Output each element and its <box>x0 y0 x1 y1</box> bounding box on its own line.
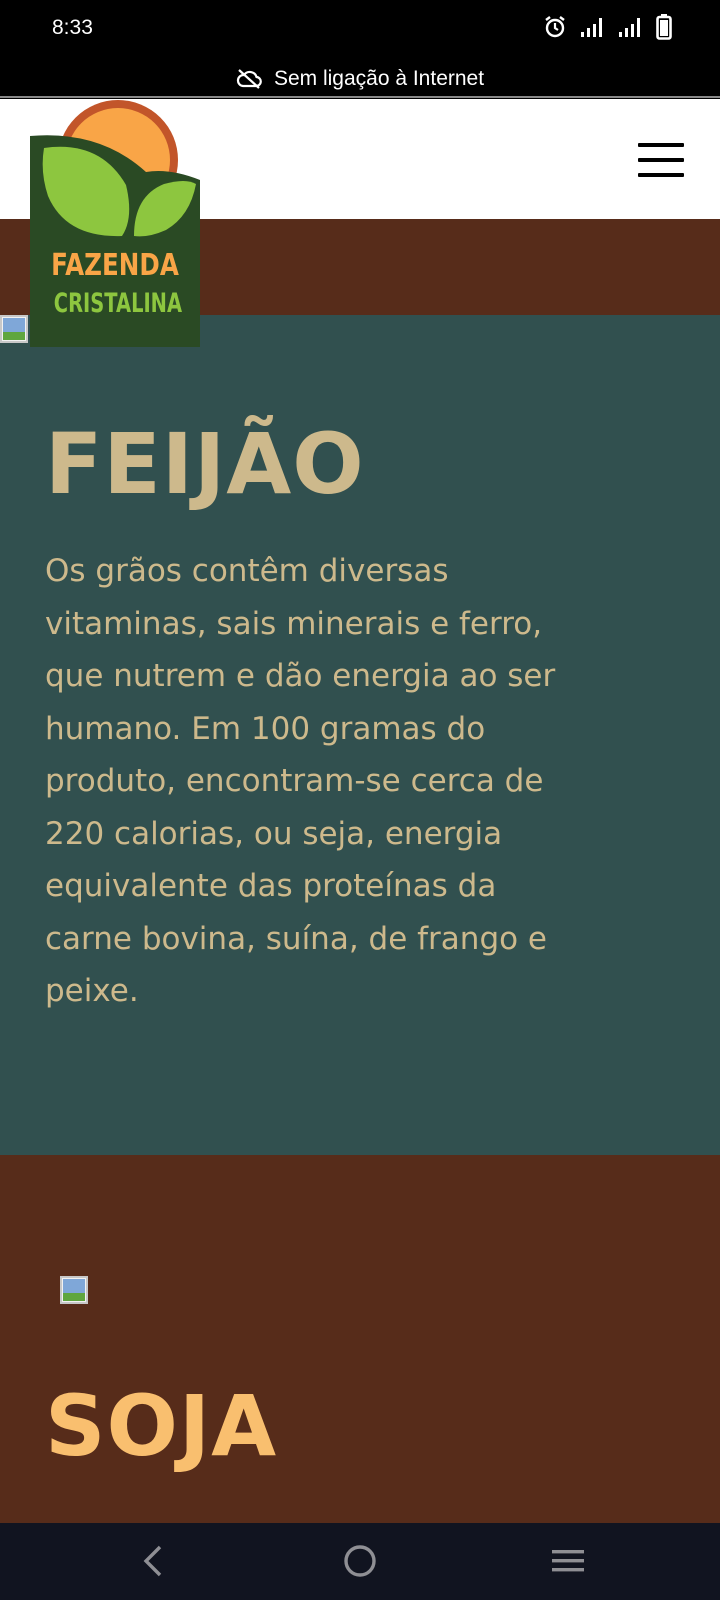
system-nav-bar <box>0 1523 720 1600</box>
home-icon <box>344 1545 376 1577</box>
signal-icon <box>581 18 602 37</box>
cloud-off-icon <box>236 69 262 89</box>
back-icon <box>143 1545 162 1577</box>
alarm-icon <box>545 16 565 38</box>
hamburger-menu-icon[interactable] <box>638 143 684 177</box>
recents-icon <box>552 1550 584 1572</box>
signal-icon <box>619 18 640 37</box>
status-icons <box>542 14 672 40</box>
divider <box>0 96 720 98</box>
recents-button[interactable] <box>538 1537 598 1585</box>
broken-image-icon <box>60 1276 90 1306</box>
offline-text: Sem ligação à Internet <box>273 67 485 90</box>
status-bar: 8:33 <box>0 0 720 60</box>
section-title-soja: SOJA <box>45 1377 278 1475</box>
section-soja: SOJA <box>0 1155 720 1523</box>
logo[interactable]: FAZENDA CRISTALINA <box>30 100 200 347</box>
battery-icon <box>656 14 672 40</box>
logo-text-cristalina: CRISTALINA <box>53 288 183 319</box>
logo-text-fazenda: FAZENDA <box>51 248 179 283</box>
section-body-feijao: Os grãos contêm diversas vitaminas, sais… <box>45 553 556 1009</box>
broken-image-icon <box>0 315 30 345</box>
back-button[interactable] <box>123 1537 183 1585</box>
offline-banner: Sem ligação à Internet <box>0 60 720 98</box>
section-feijao: FEIJÃO Os grãos contêm diversas vitamina… <box>0 315 720 1155</box>
section-title-feijao: FEIJÃO <box>45 415 365 513</box>
status-time: 8:33 <box>52 16 93 39</box>
home-button[interactable] <box>330 1537 390 1585</box>
